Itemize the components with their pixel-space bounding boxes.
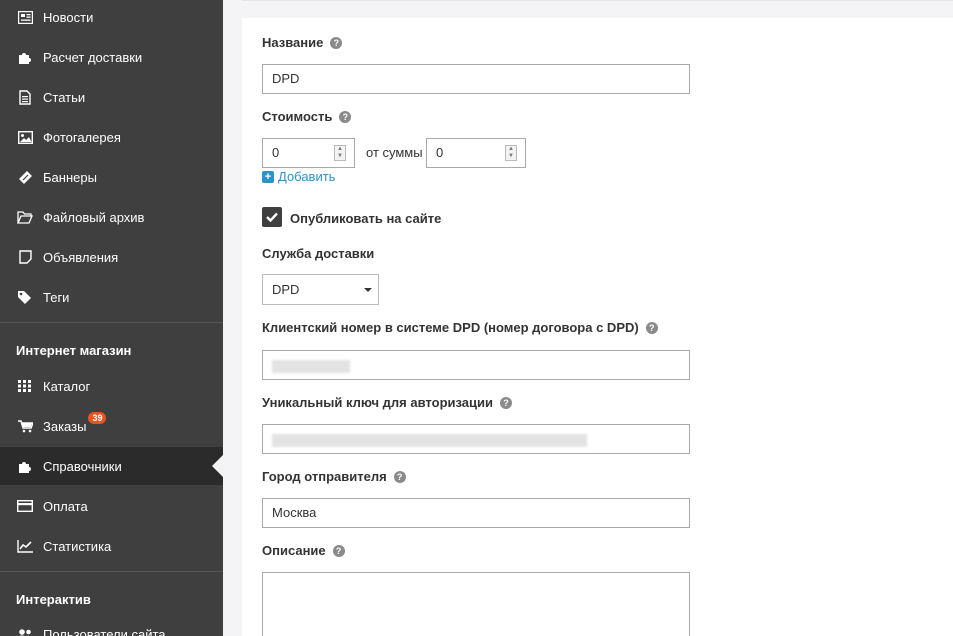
folder-icon — [16, 209, 34, 225]
cost-input[interactable]: 0 ▲ ▼ — [262, 138, 355, 168]
sidebar-item-banners[interactable]: Баннеры — [0, 158, 223, 196]
plus-icon: + — [262, 170, 274, 183]
puzzle-icon — [16, 49, 34, 65]
cost-value: 0 — [272, 145, 280, 160]
document-icon — [16, 89, 34, 105]
description-label-text: Описание — [262, 543, 326, 558]
sidebar-item-statistics[interactable]: Статистика — [0, 527, 223, 565]
city-input[interactable]: Москва — [262, 498, 690, 528]
sidebar-section-interactive: Интерактив — [16, 592, 91, 607]
arrow-up-icon[interactable]: ▲ — [335, 146, 345, 153]
sidebar-item-tags[interactable]: Теги — [0, 278, 223, 316]
main-content: Название ? DPD Стоимость ? 0 ▲ ▼ от сумм… — [223, 0, 953, 636]
sidebar-section-shop: Интернет магазин — [16, 343, 132, 358]
city-label-text: Город отправителя — [262, 469, 387, 484]
help-icon[interactable]: ? — [330, 36, 343, 49]
client-number-label: Клиентский номер в системе DPD (номер до… — [262, 320, 658, 335]
publish-label[interactable]: Опубликовать на сайте — [290, 211, 441, 226]
sidebar-item-label: Расчет доставки — [43, 49, 143, 65]
chart-icon — [16, 538, 34, 554]
sidebar-item-label: Теги — [43, 289, 70, 305]
sidebar-item-file-archive[interactable]: Файловый архив — [0, 198, 223, 236]
from-sum-stepper[interactable]: ▲ ▼ — [505, 145, 517, 161]
name-label: Название ? — [262, 35, 343, 50]
sidebar-item-label: Фотогалерея — [43, 129, 121, 145]
sidebar-item-site-users[interactable]: Пользователи сайта — [0, 615, 223, 636]
sidebar-item-label: Новости — [43, 9, 94, 25]
help-icon[interactable]: ? — [500, 396, 512, 409]
tags-icon — [16, 289, 34, 305]
sidebar-item-delivery[interactable]: Расчет доставки — [0, 38, 223, 76]
credit-card-icon — [16, 498, 34, 514]
service-select[interactable]: DPD — [262, 274, 379, 305]
redacted-value — [272, 360, 350, 373]
sidebar-divider — [0, 322, 223, 323]
publish-checkbox[interactable] — [262, 207, 282, 227]
auth-key-input[interactable] — [262, 424, 690, 454]
sidebar-item-label: Оплата — [43, 498, 88, 514]
sidebar-item-label: Объявления — [43, 249, 119, 265]
client-number-input[interactable] — [262, 350, 690, 380]
service-value: DPD — [272, 282, 300, 297]
service-label: Служба доставки — [262, 246, 375, 261]
checkmark-icon — [266, 212, 278, 222]
help-icon[interactable]: ? — [339, 110, 352, 123]
client-number-label-text: Клиентский номер в системе DPD (номер до… — [262, 320, 639, 335]
description-label: Описание ? — [262, 543, 345, 558]
caret-down-icon — [364, 288, 372, 292]
orders-count-badge: 39 — [88, 412, 107, 424]
sidebar-item-label: Статистика — [43, 538, 112, 554]
name-input[interactable]: DPD — [262, 64, 690, 94]
sidebar-item-label: Пользователи сайта — [43, 626, 166, 636]
name-label-text: Название — [262, 35, 324, 50]
image-icon — [16, 129, 34, 145]
add-cost-link[interactable]: + Добавить — [262, 169, 335, 184]
sidebar-item-payment[interactable]: Оплата — [0, 487, 223, 525]
arrow-down-icon[interactable]: ▼ — [335, 153, 345, 160]
arrow-down-icon[interactable]: ▼ — [506, 153, 516, 160]
city-label: Город отправителя ? — [262, 469, 406, 484]
add-link-text: Добавить — [278, 169, 336, 184]
sidebar: Новости Расчет доставки Статьи Фотогалер… — [0, 0, 223, 636]
sidebar-divider — [0, 571, 223, 572]
sidebar-item-articles[interactable]: Статьи — [0, 78, 223, 116]
sidebar-item-references[interactable]: Справочники — [0, 447, 223, 485]
redacted-value — [272, 434, 587, 447]
sidebar-item-label: Каталог — [43, 378, 91, 394]
users-icon — [16, 626, 34, 636]
auth-key-label: Уникальный ключ для авторизации ? — [262, 395, 512, 410]
sidebar-item-news[interactable]: Новости — [0, 0, 223, 36]
sidebar-item-label: Статьи — [43, 89, 86, 105]
help-icon[interactable]: ? — [393, 470, 406, 483]
sidebar-item-label: Справочники — [43, 458, 122, 474]
cart-icon — [16, 418, 34, 434]
puzzle-icon — [16, 458, 34, 474]
sidebar-item-label: Заказы — [43, 418, 87, 434]
cost-label-text: Стоимость — [262, 109, 333, 124]
sidebar-item-catalog[interactable]: Каталог — [0, 367, 223, 405]
sidebar-item-label: Баннеры — [43, 169, 97, 185]
sidebar-item-orders[interactable]: Заказы 39 — [0, 407, 223, 445]
cost-label: Стоимость ? — [262, 109, 352, 124]
top-divider — [242, 0, 953, 1]
sidebar-item-label: Файловый архив — [43, 209, 145, 225]
grid-icon — [16, 378, 34, 394]
from-sum-input[interactable]: 0 ▲ ▼ — [426, 138, 526, 168]
from-sum-value: 0 — [436, 145, 444, 160]
note-icon — [16, 249, 34, 265]
help-icon[interactable]: ? — [645, 321, 658, 334]
from-sum-label: от суммы — [366, 145, 423, 160]
sidebar-item-gallery[interactable]: Фотогалерея — [0, 118, 223, 156]
help-icon[interactable]: ? — [332, 544, 345, 557]
sidebar-item-ads[interactable]: Объявления — [0, 238, 223, 276]
cost-stepper[interactable]: ▲ ▼ — [334, 145, 346, 161]
auth-key-label-text: Уникальный ключ для авторизации — [262, 395, 493, 410]
ticket-icon — [16, 169, 34, 185]
description-textarea[interactable] — [262, 572, 690, 636]
arrow-up-icon[interactable]: ▲ — [506, 146, 516, 153]
newspaper-icon — [16, 9, 34, 25]
